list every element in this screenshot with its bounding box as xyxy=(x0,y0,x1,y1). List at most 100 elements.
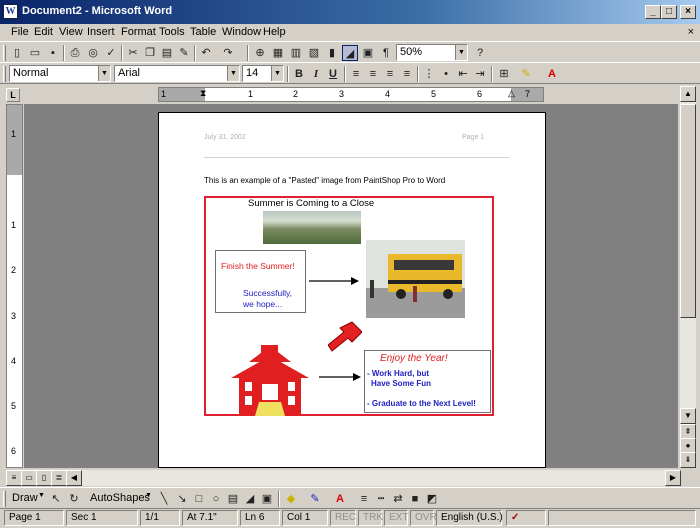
menu-file[interactable]: File xyxy=(11,26,29,38)
scroll-down-button[interactable]: ▼ xyxy=(680,408,696,424)
menu-format[interactable]: Format xyxy=(121,26,156,38)
dash-style-icon[interactable]: ┅ xyxy=(373,491,389,507)
drawing-icon[interactable]: ◢ xyxy=(342,45,358,61)
open-icon[interactable]: ▭ xyxy=(27,45,43,61)
align-left-icon[interactable]: ≡ xyxy=(348,66,364,82)
document-map-icon[interactable]: ▣ xyxy=(360,45,376,61)
font-size-select[interactable]: 14 ▼ xyxy=(242,65,284,82)
toolbar-grip[interactable] xyxy=(3,66,6,82)
highlight-icon[interactable]: ✎ xyxy=(518,66,534,82)
ruler-bar[interactable]: 1 1 2 3 4 5 6 7 xyxy=(158,87,544,102)
align-right-icon[interactable]: ≡ xyxy=(382,66,398,82)
redo-icon[interactable]: ↷ xyxy=(220,45,236,61)
justify-icon[interactable]: ≡ xyxy=(399,66,415,82)
menu-tools[interactable]: Tools xyxy=(159,26,185,38)
scroll-right-button[interactable]: ▶ xyxy=(665,470,681,486)
word-icon[interactable]: W xyxy=(3,4,18,19)
draw-menu-button[interactable]: Draw xyxy=(12,492,38,504)
horizontal-ruler[interactable]: L 1 1 2 3 4 5 6 7 ⧗ △ xyxy=(0,86,700,104)
scroll-up-button[interactable]: ▲ xyxy=(680,86,696,102)
document-page[interactable]: July 31, 2002 Page 1 This is an example … xyxy=(158,112,546,468)
clip-art-icon[interactable]: ▣ xyxy=(259,491,275,507)
arrow-style-icon[interactable]: ⇄ xyxy=(390,491,406,507)
new-icon[interactable]: ▯ xyxy=(9,45,25,61)
next-page-button[interactable]: ⇟ xyxy=(680,452,696,468)
chevron-down-icon[interactable]: ▼ xyxy=(227,66,239,81)
status-ovr[interactable]: OVR xyxy=(410,510,437,526)
rectangle-icon[interactable]: □ xyxy=(191,491,207,507)
print-icon[interactable]: ⎙ xyxy=(67,45,83,61)
scroll-left-button[interactable]: ◀ xyxy=(66,470,82,486)
vertical-scrollbar[interactable]: ▲ ▼ ⇞ ● ⇟ xyxy=(680,86,696,468)
menu-insert[interactable]: Insert xyxy=(87,26,115,38)
document-area[interactable]: July 31, 2002 Page 1 This is an example … xyxy=(24,104,678,468)
show-hide-icon[interactable]: ¶ xyxy=(378,45,394,61)
italic-button[interactable]: I xyxy=(308,66,324,82)
align-center-icon[interactable]: ≡ xyxy=(365,66,381,82)
maximize-button[interactable]: □ xyxy=(661,5,677,19)
tab-selector-button[interactable]: L xyxy=(6,88,20,102)
font-color-icon[interactable]: A xyxy=(544,66,560,82)
vertical-ruler[interactable]: 1 1 2 3 4 5 6 xyxy=(6,104,23,468)
save-icon[interactable]: ▪ xyxy=(45,45,61,61)
columns-icon[interactable]: ▮ xyxy=(324,45,340,61)
print-preview-icon[interactable]: ◎ xyxy=(85,45,101,61)
toolbar-grip[interactable] xyxy=(3,491,6,507)
chevron-down-icon[interactable]: ▼ xyxy=(455,45,467,60)
menu-help[interactable]: Help xyxy=(263,26,286,38)
zoom-select[interactable]: 50% ▼ xyxy=(396,44,468,61)
tables-borders-icon[interactable]: ▦ xyxy=(270,45,286,61)
text-box-icon[interactable]: ▤ xyxy=(225,491,241,507)
hyperlink-icon[interactable]: ⊕ xyxy=(252,45,268,61)
arrow-icon[interactable]: ↘ xyxy=(174,491,190,507)
body-text[interactable]: This is an example of a "Pasted" image f… xyxy=(204,176,445,185)
spelling-status-icon[interactable]: ✓ xyxy=(506,510,546,526)
bullets-icon[interactable]: • xyxy=(438,66,454,82)
insert-table-icon[interactable]: ▥ xyxy=(288,45,304,61)
status-rec[interactable]: REC xyxy=(330,510,356,526)
indent-marker-icon[interactable]: ⧗ xyxy=(200,88,206,99)
font-select[interactable]: Arial ▼ xyxy=(114,65,240,82)
menu-edit[interactable]: Edit xyxy=(34,26,53,38)
3d-icon[interactable]: ◩ xyxy=(424,491,440,507)
web-layout-button[interactable]: ▭ xyxy=(21,470,37,486)
menu-view[interactable]: View xyxy=(59,26,83,38)
shadow-icon[interactable]: ■ xyxy=(407,491,423,507)
numbering-icon[interactable]: ⋮ xyxy=(421,66,437,82)
increase-indent-icon[interactable]: ⇥ xyxy=(472,66,488,82)
menu-table[interactable]: Table xyxy=(190,26,216,38)
chevron-down-icon[interactable]: ▼ xyxy=(98,66,110,81)
right-indent-marker-icon[interactable]: △ xyxy=(508,88,515,99)
font-color-icon[interactable]: A xyxy=(332,491,348,507)
cut-icon[interactable]: ✂ xyxy=(125,45,141,61)
horizontal-scroll-track[interactable] xyxy=(82,470,665,486)
format-painter-icon[interactable]: ✎ xyxy=(176,45,192,61)
fill-color-icon[interactable]: ◆ xyxy=(283,491,299,507)
line-style-icon[interactable]: ≡ xyxy=(356,491,372,507)
free-rotate-icon[interactable]: ↻ xyxy=(66,491,82,507)
border-icon[interactable]: ⊞ xyxy=(496,66,512,82)
decrease-indent-icon[interactable]: ⇤ xyxy=(455,66,471,82)
print-layout-button[interactable]: ▯ xyxy=(36,470,52,486)
toolbar-grip[interactable] xyxy=(3,45,6,61)
document-close-icon[interactable]: × xyxy=(688,26,694,38)
minimize-button[interactable]: _ xyxy=(645,5,661,19)
pasted-image[interactable]: Summer is Coming to a Close Finish the S… xyxy=(204,196,494,416)
undo-icon[interactable]: ↶ xyxy=(198,45,214,61)
status-ext[interactable]: EXT xyxy=(384,510,408,526)
spelling-icon[interactable]: ✓ xyxy=(103,45,119,61)
outline-view-button[interactable]: ≣ xyxy=(51,470,67,486)
scroll-thumb[interactable] xyxy=(680,104,696,318)
chevron-down-icon[interactable]: ▼ xyxy=(271,66,283,81)
status-trk[interactable]: TRK xyxy=(358,510,383,526)
close-button[interactable]: × xyxy=(680,5,696,19)
line-color-icon[interactable]: ✎ xyxy=(307,491,323,507)
style-select[interactable]: Normal ▼ xyxy=(9,65,111,82)
menu-window[interactable]: Window xyxy=(222,26,261,38)
help-icon[interactable]: ? xyxy=(472,45,488,61)
copy-icon[interactable]: ❐ xyxy=(142,45,158,61)
insert-excel-icon[interactable]: ▧ xyxy=(306,45,322,61)
oval-icon[interactable]: ○ xyxy=(208,491,224,507)
autoshapes-menu-button[interactable]: AutoShapes xyxy=(90,492,150,504)
select-objects-icon[interactable]: ↖ xyxy=(48,491,64,507)
